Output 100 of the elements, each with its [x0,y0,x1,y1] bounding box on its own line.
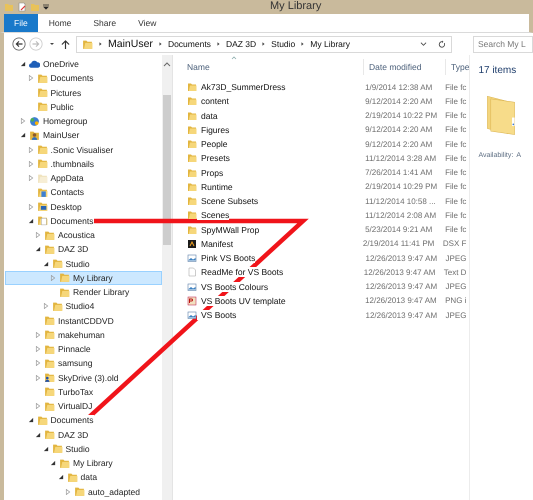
breadcrumb[interactable]: Studio [271,39,296,49]
image-file-icon [187,282,197,292]
properties-icon[interactable] [17,2,27,12]
file-name[interactable]: Scenes [197,210,230,220]
tree-item[interactable]: Pinnacle [5,342,162,356]
tree-item[interactable]: auto_adapted [5,484,162,499]
column-header[interactable]: Date modified [363,59,445,75]
breadcrumb[interactable]: Documents [168,39,211,49]
ribbon-tab[interactable]: Share [82,14,128,32]
tree-item[interactable]: Contacts [5,185,162,200]
tree-item[interactable]: makehuman [5,328,162,342]
item-count: 17 items [478,65,518,76]
tree-item[interactable]: MainUser [5,128,162,142]
folder-icon [82,38,93,50]
file-type: File fc [444,182,468,192]
column-header[interactable]: Type [445,59,470,75]
breadcrumb[interactable]: MainUser [108,38,153,50]
window-title: My Library [270,0,322,13]
folder-icon [44,315,55,326]
folder-icon [52,443,62,454]
desktop-folder-icon [36,201,48,212]
tree-item[interactable]: Documents [5,71,162,86]
tree-item[interactable]: DAZ 3D [5,242,162,256]
folder-icon [36,87,48,98]
folder-icon [187,82,197,92]
tree-item[interactable]: Documents [5,413,162,428]
tree-item[interactable]: TurboTax [5,384,162,399]
breadcrumb[interactable]: My Library [310,39,350,49]
file-type: PNG i [444,296,468,306]
tree-item[interactable]: AppData [5,171,162,186]
date-modified: 2/19/2014 10:29 PM [365,182,438,192]
file-name[interactable]: VS Boots [197,310,236,320]
tree-item[interactable]: .thumbnails [5,156,162,171]
date-modified: 7/26/2014 1:41 AM [365,168,434,178]
folder-icon [36,144,48,156]
file-type: DSX F [442,239,468,248]
scrollbar[interactable] [162,55,172,500]
tree-item[interactable]: Homegroup [5,114,162,128]
contacts-folder-icon [36,186,48,198]
folder-icon [187,96,197,106]
date-modified: 11/12/2014 10:58 ... [365,196,437,206]
tree-item[interactable]: Render Library [5,285,162,300]
tree-item[interactable]: Studio [5,442,162,456]
date-modified: 9/12/2014 2:20 AM [365,140,434,149]
ribbon-tab[interactable]: Home [38,14,82,32]
folder-icon [187,110,197,121]
date-modified: 2/19/2014 10:22 PM [365,111,438,120]
app-file-icon [187,238,197,249]
date-modified: 12/26/2013 9:47 AM [366,282,438,292]
folder-icon [74,486,85,498]
folder-icon [44,244,55,255]
tree-item[interactable]: Desktop [5,200,162,214]
file-type: File fc [444,196,468,206]
tree-item[interactable]: samsung [5,356,162,370]
ribbon-tab[interactable]: View [127,14,168,32]
tree-item[interactable]: Documents [5,214,162,228]
tree-item[interactable]: Studio4 [5,299,162,314]
folder-icon [44,429,55,440]
homegroup-icon [29,116,40,127]
up-arrow-icon[interactable] [61,38,70,50]
tree-item[interactable]: .Sonic Visualiser [5,142,162,157]
image-file-icon [187,296,197,306]
tree-item[interactable]: data [5,470,162,484]
tree-item[interactable]: InstantCDDVD [5,314,162,328]
folder-icon [44,358,55,369]
column-header[interactable]: Name [173,59,363,75]
scroll-thumb[interactable] [163,95,171,245]
scroll-up-icon[interactable] [163,61,171,67]
back-icon[interactable] [12,37,26,51]
search-field[interactable]: Search My L [473,36,533,52]
tree-item[interactable]: Pictures [5,86,162,100]
dropdown-icon[interactable] [43,4,49,10]
tree-item[interactable]: SkyDrive (3).old [5,370,162,385]
file-type: File fc [444,154,468,163]
file-menu-tab[interactable]: File [4,14,38,32]
image-file-icon [187,310,197,320]
folder-icon [187,139,197,150]
tree-item[interactable]: Studio [5,256,162,271]
tree-item[interactable]: VirtualDJ [5,399,162,414]
tree-item[interactable]: OneDrive [5,57,162,72]
folder-icon [52,258,62,270]
tree-item[interactable]: DAZ 3D [5,428,162,442]
address-bar[interactable]: MainUser Documents DAZ 3D Studio My Library [76,36,452,52]
folder-icon [44,329,55,340]
date-modified: 2/19/2014 11:41 PM [362,239,436,248]
date-modified: 11/12/2014 2:08 AM [365,210,438,220]
tree-item[interactable]: My Library [5,456,162,470]
folder-icon [187,168,197,178]
folder-icon [36,72,48,84]
refresh-icon [438,40,447,48]
file-type: Text D [442,268,468,277]
chevron-icon [216,41,221,47]
tree-item[interactable]: My Library [5,270,162,285]
caret-icon[interactable] [49,41,55,47]
breadcrumb[interactable]: DAZ 3D [226,39,256,49]
tree-item[interactable]: Acoustica [5,228,162,242]
file-type: JPEG [444,310,468,320]
tree-item[interactable]: Public [5,100,162,114]
folder-icon [187,210,197,220]
folder-icon [187,182,197,192]
